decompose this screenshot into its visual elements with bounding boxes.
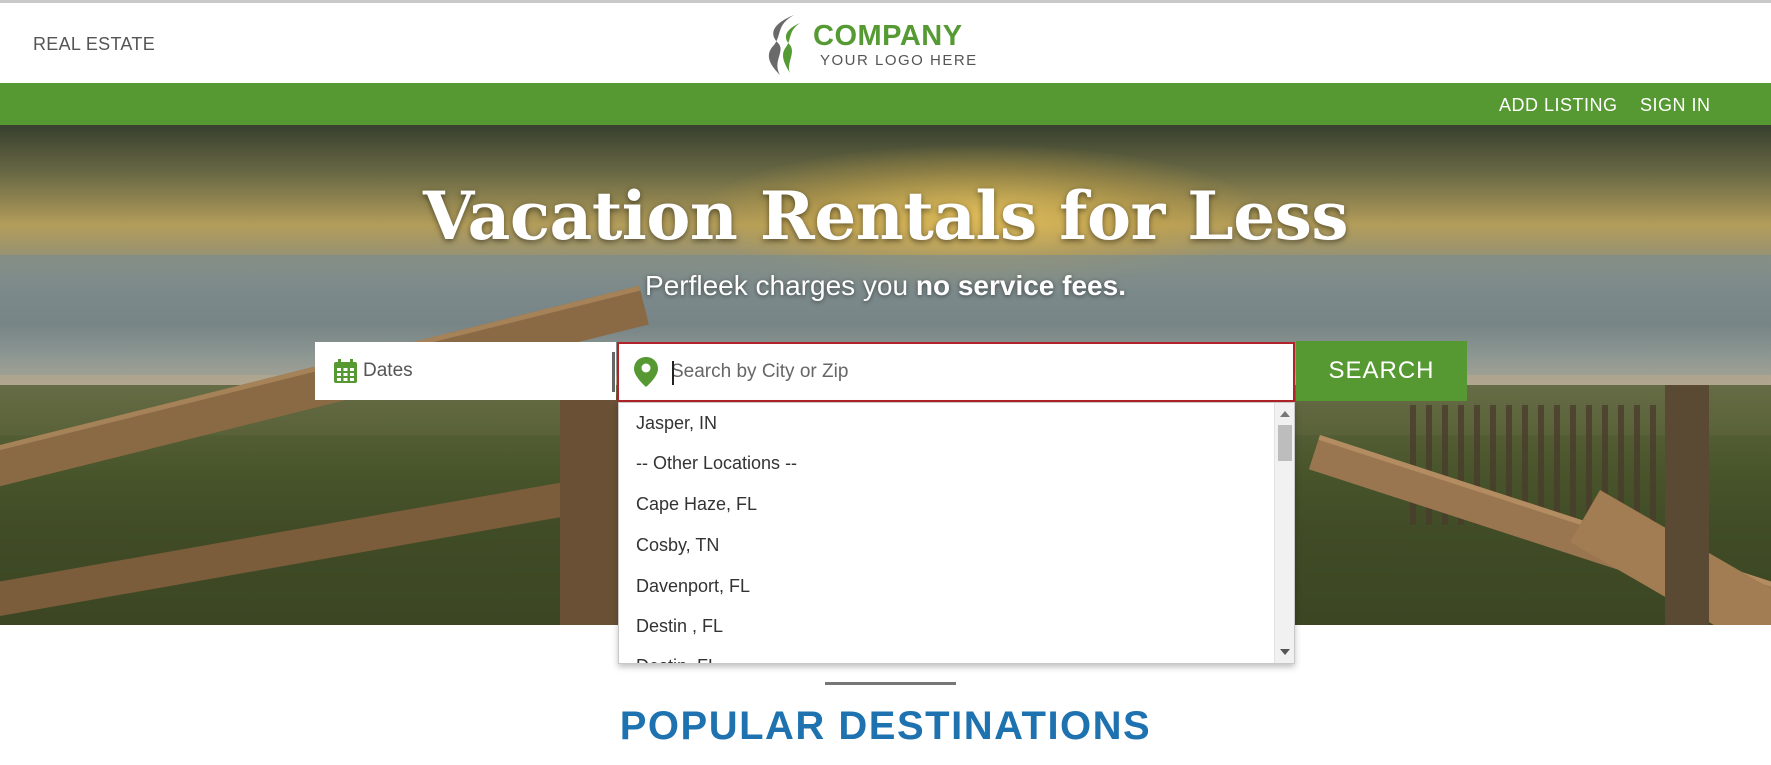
- add-listing-link[interactable]: ADD LISTING: [1499, 95, 1618, 116]
- hero-subtitle-text: Perfleek charges you: [645, 270, 916, 301]
- site-header: REAL ESTATE COMPANY YOUR LOGO HERE: [0, 3, 1771, 83]
- dropdown-scrollbar[interactable]: [1274, 403, 1294, 663]
- suggestion-item[interactable]: Jasper, IN: [636, 413, 717, 434]
- calendar-icon: [334, 359, 357, 383]
- logo-mark-icon: [768, 15, 800, 75]
- hero-subtitle: Perfleek charges you no service fees.: [0, 270, 1771, 302]
- location-suggestions-dropdown: Jasper, IN -- Other Locations -- Cape Ha…: [618, 402, 1295, 664]
- suggestion-item[interactable]: Davenport, FL: [636, 576, 750, 597]
- section-divider: [825, 682, 956, 685]
- scroll-down-icon[interactable]: [1280, 649, 1290, 655]
- suggestion-item[interactable]: Destin, FL: [636, 656, 718, 663]
- suggestion-group-label: -- Other Locations --: [636, 453, 798, 473]
- hero-bg-post: [560, 395, 620, 625]
- main-nav: ADD LISTING SIGN IN: [0, 83, 1771, 125]
- location-search-input[interactable]: [671, 353, 1271, 391]
- map-pin-icon: [634, 357, 658, 387]
- text-cursor: [672, 361, 674, 385]
- scrollbar-thumb[interactable]: [1278, 425, 1292, 461]
- hero-subtitle-emphasis: no service fees.: [915, 270, 1126, 301]
- suggestion-item[interactable]: Cosby, TN: [636, 535, 719, 556]
- logo-tagline: YOUR LOGO HERE: [820, 52, 978, 69]
- hero-bg-post: [1665, 385, 1709, 625]
- company-logo[interactable]: COMPANY YOUR LOGO HERE: [760, 13, 1020, 79]
- popular-destinations-title: POPULAR DESTINATIONS: [619, 704, 1152, 748]
- dates-picker[interactable]: Dates: [315, 342, 616, 400]
- logo-company-name: COMPANY: [813, 20, 963, 52]
- suggestion-item[interactable]: Destin , FL: [636, 616, 723, 637]
- search-button[interactable]: SEARCH: [1296, 341, 1467, 401]
- sign-in-link[interactable]: SIGN IN: [1640, 95, 1711, 116]
- real-estate-label: REAL ESTATE: [33, 34, 155, 54]
- search-divider: [612, 352, 615, 392]
- suggestion-item[interactable]: Cape Haze, FL: [636, 494, 757, 515]
- hero-title: Vacation Rentals for Less: [422, 177, 1349, 255]
- location-search-box[interactable]: [617, 342, 1295, 402]
- dates-label: Dates: [363, 360, 413, 381]
- scroll-up-icon[interactable]: [1280, 411, 1290, 417]
